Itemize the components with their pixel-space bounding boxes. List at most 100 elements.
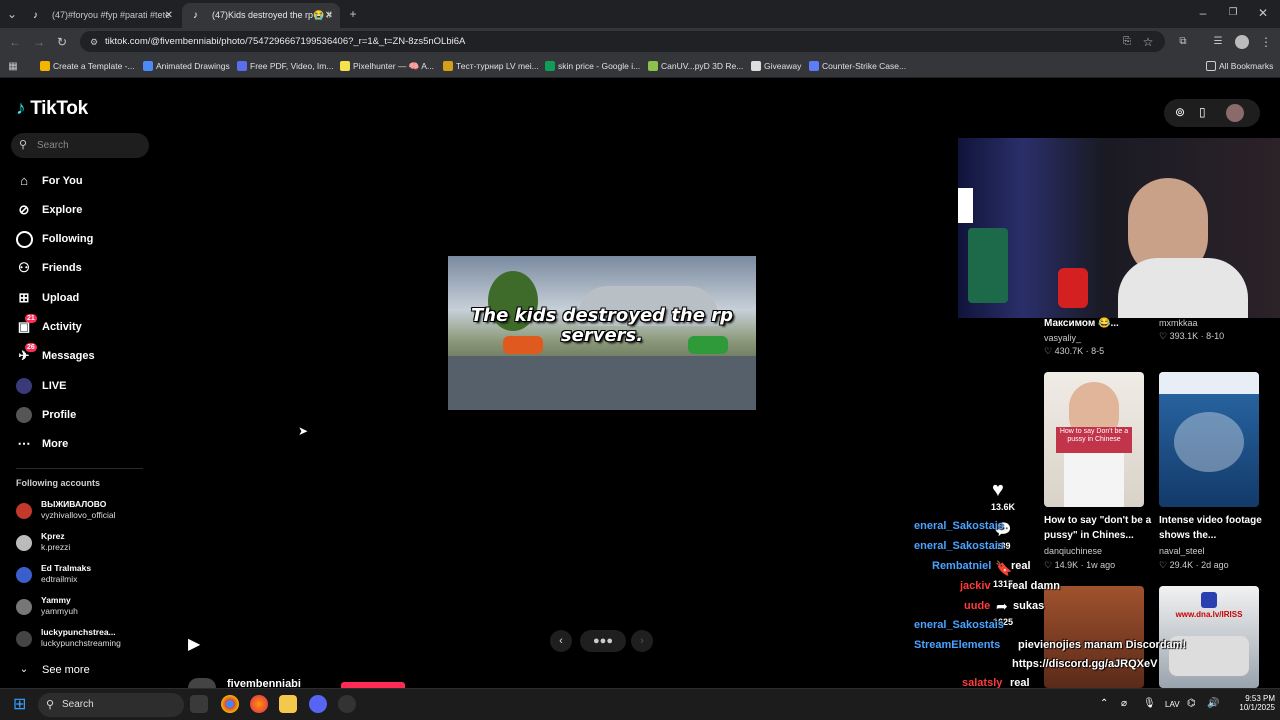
bookmark-icon[interactable]: 🔖 [995, 560, 1012, 577]
user-avatar[interactable] [1226, 104, 1244, 122]
nav-following[interactable]: Following [16, 229, 93, 249]
microphone-icon[interactable]: 🎙 [1143, 698, 1156, 709]
windows-taskbar: ⊞ ⚲ Search ⌃ ⌀ 🎙 LAV ⌬ 🔊 9:53 PM 10/1/20… [0, 688, 1280, 720]
network-icon[interactable]: ⌀ [1121, 698, 1127, 709]
menu-kebab-icon[interactable]: ⋮ [1259, 35, 1273, 49]
firefox-icon[interactable] [250, 695, 268, 713]
tray-chevron-up-icon[interactable]: ⌃ [1100, 698, 1108, 709]
following-account[interactable]: ВЫЖИВАЛОВО vyzhivallovo_official [16, 499, 116, 523]
bookmark-item[interactable]: Тест-турнир LV mei... [443, 55, 539, 78]
nav-friends[interactable]: ⚇ Friends [16, 258, 82, 278]
bookmark-item[interactable]: Pixelhunter — 🧠 A... [340, 55, 434, 78]
nav-more[interactable]: ⋯ More [16, 434, 69, 454]
rec-card-title[interactable]: Максимом 😂... [1044, 316, 1156, 331]
following-account[interactable]: Yammy yammyuh [16, 595, 78, 619]
reading-list-icon[interactable]: ☰ [1211, 35, 1225, 49]
like-heart-icon[interactable]: ♥ [992, 479, 1004, 502]
bookmark-item[interactable]: Giveaway [751, 55, 801, 78]
all-bookmarks[interactable]: All Bookmarks [1206, 55, 1273, 78]
search-input[interactable]: ⚲ Search [11, 133, 149, 158]
activity-icon: ▣ 21 [17, 314, 37, 334]
like-count: 13.6K [990, 502, 1016, 512]
rec-card-author[interactable]: mxmkkaa [1159, 318, 1198, 328]
wifi-icon[interactable]: ⌬ [1187, 698, 1196, 709]
nav-explore[interactable]: ⊘ Explore [16, 200, 83, 220]
browser-tab-2[interactable]: ♪ (47)Kids destroyed the rp😭 # ✕ [182, 3, 340, 28]
rec-thumbnail[interactable]: How to say Don't be a pussy in Chinese [1044, 372, 1144, 507]
rec-card-author[interactable]: danqiuchinese [1044, 546, 1102, 556]
author-avatar[interactable] [188, 678, 216, 688]
address-bar-row: ← → ↻ ⚙ tiktok.com/@fivembenniabi/photo/… [0, 28, 1280, 55]
reload-icon[interactable]: ↻ [55, 35, 69, 49]
bookmark-item[interactable]: Animated Drawings [143, 55, 230, 78]
volume-icon[interactable]: 🔊 [1207, 698, 1219, 709]
compass-icon: ⊘ [18, 202, 30, 217]
rec-card-author[interactable]: vasyaliy_ [1044, 333, 1081, 343]
nav-upload[interactable]: ⊞ Upload [16, 288, 80, 308]
apps-grid-icon[interactable]: ▦ [7, 60, 19, 74]
share-icon[interactable]: ➦ [996, 598, 1008, 615]
language-indicator[interactable]: LAV [1165, 700, 1180, 709]
bookmark-item[interactable]: skin price - Google i... [545, 55, 640, 78]
bookmark-star-icon[interactable]: ☆ [1141, 35, 1155, 49]
tab-search-icon[interactable]: ⌄ [5, 7, 19, 21]
see-more-button[interactable]: ⌄ See more [16, 660, 90, 680]
obs-icon[interactable] [338, 695, 356, 713]
following-account[interactable]: luckypunchstrea... luckypunchstreaming [16, 627, 121, 651]
nav-for-you[interactable]: ⌂ For You [16, 171, 82, 191]
tiktok-favicon-icon: ♪ [193, 10, 198, 21]
logo-text: TikTok [30, 98, 88, 119]
browser-tab-1[interactable]: ♪ (47)#foryou #fyp #parati #tete ✕ [22, 3, 180, 28]
tab-close-icon[interactable]: ✕ [325, 3, 333, 28]
chat-username: jackiv [960, 580, 991, 592]
bookmark-item[interactable]: Create a Template -... [40, 55, 135, 78]
bookmark-item[interactable]: CanUV...pyD 3D Re... [648, 55, 743, 78]
avatar [16, 567, 32, 583]
coins-icon[interactable]: ⊚ [1175, 105, 1185, 119]
bookmark-label: Create a Template -... [53, 61, 135, 71]
site-info-icon[interactable]: ⚙ [88, 35, 100, 49]
rec-card-author[interactable]: naval_steel [1159, 546, 1205, 556]
url-field[interactable]: ⚙ tiktok.com/@fivembenniabi/photo/754729… [80, 31, 1165, 52]
author-name[interactable]: fivembenniabi [227, 678, 301, 688]
minimize-icon[interactable]: – [1196, 6, 1210, 20]
extensions-icon[interactable]: ⧉ [1176, 35, 1190, 49]
install-app-icon[interactable]: ⎘ [1120, 35, 1134, 49]
rec-thumbnail[interactable] [1044, 586, 1144, 688]
window-close-icon[interactable]: ✕ [1256, 6, 1270, 20]
rec-thumbnail[interactable]: www.dna.lv/IRISS [1159, 586, 1259, 688]
nav-label: Explore [42, 204, 83, 216]
rec-card-title[interactable]: Intense video footage shows the... [1159, 513, 1271, 543]
nav-live[interactable]: LIVE [16, 376, 66, 396]
new-tab-icon[interactable]: + [346, 7, 360, 21]
following-account[interactable]: Ed Tralmaks edtrailmix [16, 563, 91, 587]
clock[interactable]: 9:53 PM 10/1/2025 [1229, 694, 1275, 712]
maximize-icon[interactable]: ❐ [1226, 6, 1240, 20]
rec-card-meta: ♡ 14.9K · 1w ago [1044, 560, 1116, 570]
rec-thumbnail[interactable] [1159, 372, 1259, 507]
file-explorer-icon[interactable] [279, 695, 297, 713]
tiktok-logo[interactable]: ♪ TikTok [16, 98, 88, 120]
bookmark-label: Animated Drawings [156, 61, 230, 71]
rec-card-title[interactable]: How to say "don't be a pussy" in Chines.… [1044, 513, 1156, 543]
forward-icon[interactable]: → [32, 35, 46, 49]
previous-slide-button[interactable]: ‹ [550, 630, 572, 652]
nav-activity[interactable]: ▣ 21 Activity [16, 314, 82, 337]
tab-close-icon[interactable]: ✕ [165, 3, 173, 28]
windows-start-icon[interactable]: ⊞ [13, 697, 29, 713]
bookmark-item[interactable]: Counter-Strike Case... [809, 55, 906, 78]
taskbar-search[interactable]: ⚲ Search [38, 693, 184, 717]
next-slide-button[interactable]: › [631, 630, 653, 652]
device-icon[interactable]: ▯ [1199, 105, 1206, 119]
profile-avatar-icon[interactable] [1235, 35, 1249, 49]
task-view-icon[interactable] [190, 695, 208, 713]
back-icon[interactable]: ← [8, 35, 22, 49]
following-account[interactable]: Kprez k.prezzi [16, 531, 70, 555]
chrome-icon[interactable] [221, 695, 239, 713]
nav-messages[interactable]: ✈ 26 Messages [16, 343, 95, 366]
play-icon[interactable]: ▶ [188, 634, 200, 654]
discord-icon[interactable] [309, 695, 327, 713]
nav-profile[interactable]: Profile [16, 405, 76, 425]
bookmark-item[interactable]: Free PDF, Video, Im... [237, 55, 333, 78]
post-image[interactable]: The kids destroyed the rp servers. [448, 256, 756, 410]
